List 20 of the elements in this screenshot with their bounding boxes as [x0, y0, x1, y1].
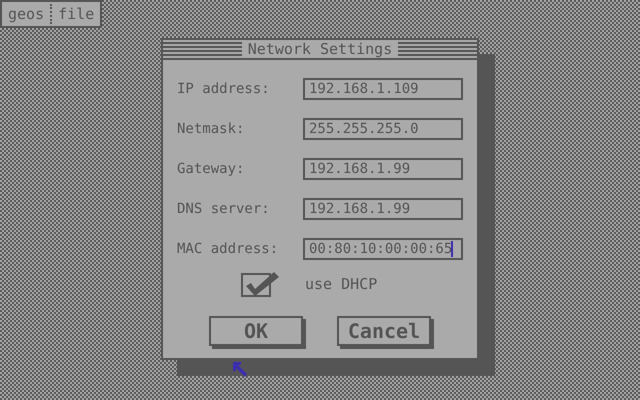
checkbox[interactable]: [241, 270, 281, 298]
field-label: MAC address:: [177, 241, 278, 257]
field-label: Netmask:: [177, 121, 244, 137]
dialog-button[interactable]: Cancel: [337, 316, 431, 346]
field-label: IP address:: [177, 81, 270, 97]
input-field[interactable]: 192.168.1.99: [303, 158, 463, 180]
menu-item[interactable]: geos: [2, 5, 50, 23]
field-label: Gateway:: [177, 161, 244, 177]
title-bar-stripes[interactable]: [163, 42, 242, 56]
checkbox-label: use DHCP: [305, 275, 378, 293]
input-field[interactable]: 192.168.1.109: [303, 78, 463, 100]
field-label: DNS server:: [177, 201, 270, 217]
input-field[interactable]: 192.168.1.99: [303, 198, 463, 220]
title-bar-stripes[interactable]: [398, 42, 477, 56]
input-field[interactable]: 00:80:10:00:00:65: [303, 238, 463, 260]
dialog-button[interactable]: OK: [209, 316, 303, 346]
input-field[interactable]: 255.255.255.0: [303, 118, 463, 140]
menu-item[interactable]: file: [52, 5, 100, 23]
dialog-title: Network Settings: [248, 40, 392, 58]
pointer-icon: [233, 362, 247, 378]
